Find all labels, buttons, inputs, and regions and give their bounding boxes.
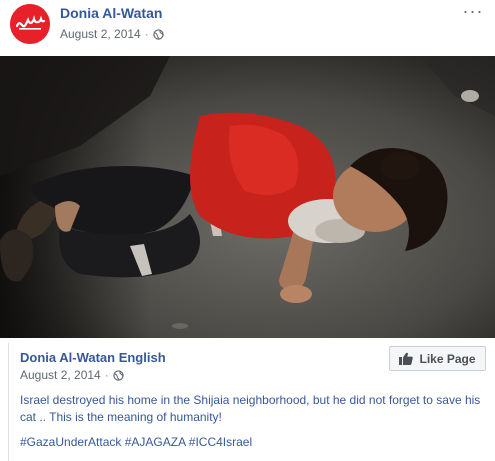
shared-post-card: Donia Al-Watan English August 2, 2014 · … <box>8 339 495 461</box>
post-text: Israel destroyed his home in the Shijaia… <box>20 393 481 424</box>
hashtag-link[interactable]: #AJAGAZA <box>125 435 186 449</box>
meta-separator: · <box>144 27 149 41</box>
post-hashtags: #GazaUnderAttack #AJAGAZA #ICC4Israel <box>20 435 252 449</box>
hashtag-link[interactable]: #GazaUnderAttack <box>20 435 121 449</box>
post-photo[interactable] <box>0 56 495 338</box>
like-page-button[interactable]: Like Page <box>389 346 486 371</box>
globe-icon[interactable] <box>113 369 124 381</box>
page-name-link[interactable]: Donia Al-Watan <box>60 5 162 21</box>
hashtag-link[interactable]: #ICC4Israel <box>189 435 252 449</box>
thumbs-up-icon <box>399 352 414 365</box>
post-header: Donia Al-Watan August 2, 2014 · ··· <box>0 0 495 52</box>
photo-illustration <box>0 56 495 338</box>
globe-icon[interactable] <box>153 28 164 40</box>
post-date[interactable]: August 2, 2014 <box>60 27 141 41</box>
page-logo-icon <box>10 4 50 44</box>
page-avatar[interactable] <box>10 4 50 44</box>
card-divider <box>8 343 9 461</box>
meta-separator: · <box>104 368 109 382</box>
shared-post-date[interactable]: August 2, 2014 <box>20 368 101 382</box>
more-options-icon[interactable]: ··· <box>461 2 485 20</box>
post-meta: August 2, 2014 · <box>60 27 164 41</box>
shared-post-meta: August 2, 2014 · <box>20 368 124 382</box>
like-page-label: Like Page <box>419 351 476 366</box>
shared-page-name-link[interactable]: Donia Al-Watan English <box>20 350 166 365</box>
